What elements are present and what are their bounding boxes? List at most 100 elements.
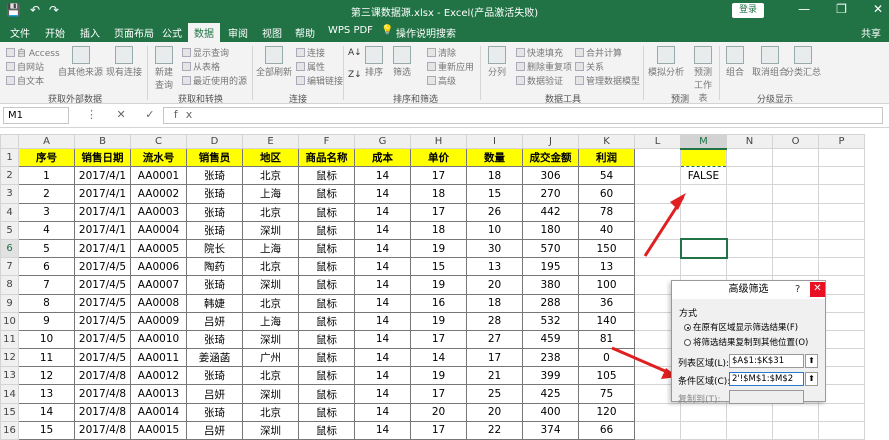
copy-to-input[interactable] — [729, 390, 804, 404]
table-cell[interactable]: 2017/4/5 — [74, 257, 131, 277]
cell[interactable] — [772, 147, 819, 168]
minimize-icon[interactable]: — — [798, 2, 810, 16]
table-cell[interactable]: 20 — [466, 275, 523, 295]
table-cell[interactable]: 鼠标 — [298, 348, 355, 368]
table-cell[interactable]: 195 — [522, 257, 579, 277]
table-cell[interactable]: 10 — [466, 220, 523, 240]
table-cell[interactable]: 鼠标 — [298, 257, 355, 277]
column-header[interactable]: H — [410, 134, 467, 149]
refresh-all-button[interactable]: 全部刷新 — [256, 46, 292, 78]
list-range-input[interactable]: $A$1:$K$31 — [729, 354, 804, 368]
table-cell[interactable]: AA0013 — [130, 384, 187, 404]
table-cell[interactable]: 25 — [466, 384, 523, 404]
cell[interactable] — [726, 166, 773, 186]
table-cell[interactable]: 2017/4/1 — [74, 220, 131, 240]
table-cell[interactable]: 14 — [354, 420, 411, 440]
login-button[interactable]: 登录 — [732, 3, 764, 18]
table-cell[interactable]: 374 — [522, 420, 579, 440]
manage-data-model-button[interactable]: 管理数据模型 — [575, 74, 640, 87]
table-cell[interactable]: 120 — [578, 402, 635, 422]
header-cell[interactable]: 销售日期 — [74, 147, 131, 168]
cell[interactable] — [634, 238, 681, 259]
table-cell[interactable]: 张琦 — [186, 366, 243, 386]
ungroup-button[interactable]: 取消组合 — [752, 46, 788, 78]
row-header[interactable]: 2 — [0, 166, 19, 186]
table-cell[interactable]: 张琦 — [186, 220, 243, 240]
connections-button[interactable]: 连接 — [296, 46, 325, 59]
from-text-button[interactable]: 自文本 — [6, 74, 44, 87]
tab-formulas[interactable]: 公式 — [162, 25, 182, 40]
edit-links-button[interactable]: 编辑链接 — [296, 74, 343, 87]
table-cell[interactable]: 36 — [578, 293, 635, 313]
table-cell[interactable]: 吕妍 — [186, 311, 243, 331]
table-cell[interactable]: AA0008 — [130, 293, 187, 313]
table-cell[interactable]: 8 — [18, 293, 75, 313]
row-header[interactable]: 12 — [0, 348, 19, 368]
table-cell[interactable]: 105 — [578, 366, 635, 386]
table-cell[interactable]: 60 — [578, 184, 635, 204]
table-cell[interactable]: AA0001 — [130, 166, 187, 186]
table-cell[interactable]: AA0012 — [130, 366, 187, 386]
table-cell[interactable]: 180 — [522, 220, 579, 240]
tab-insert[interactable]: 插入 — [80, 25, 100, 40]
table-cell[interactable]: 380 — [522, 275, 579, 295]
new-query-button[interactable]: 新建查询 — [153, 46, 175, 91]
table-cell[interactable]: 张琦 — [186, 166, 243, 186]
cell[interactable] — [634, 402, 681, 422]
table-cell[interactable]: 66 — [578, 420, 635, 440]
header-cell[interactable]: 序号 — [18, 147, 75, 168]
table-cell[interactable]: 2017/4/8 — [74, 420, 131, 440]
table-cell[interactable]: 深圳 — [242, 275, 299, 295]
table-cell[interactable]: 鼠标 — [298, 402, 355, 422]
criteria-range-input[interactable]: 2'!$M$1:$M$2 — [729, 372, 804, 386]
cell[interactable] — [772, 257, 819, 277]
row-header[interactable]: 4 — [0, 202, 19, 222]
properties-button[interactable]: 属性 — [296, 60, 325, 73]
table-cell[interactable]: 北京 — [242, 202, 299, 222]
column-header[interactable]: D — [186, 134, 243, 149]
table-cell[interactable]: 17 — [466, 348, 523, 368]
cell[interactable] — [772, 402, 819, 422]
table-cell[interactable]: 2017/4/5 — [74, 293, 131, 313]
table-cell[interactable]: 鼠标 — [298, 166, 355, 186]
table-cell[interactable]: 15 — [18, 420, 75, 440]
table-cell[interactable]: 北京 — [242, 402, 299, 422]
close-icon[interactable]: ✕ — [810, 282, 825, 297]
table-cell[interactable]: 18 — [466, 166, 523, 186]
header-cell[interactable]: 流水号 — [130, 147, 187, 168]
table-cell[interactable]: 14 — [354, 402, 411, 422]
table-cell[interactable]: AA0009 — [130, 311, 187, 331]
row-header[interactable]: 3 — [0, 184, 19, 204]
table-cell[interactable]: 张琦 — [186, 202, 243, 222]
table-cell[interactable]: 鼠标 — [298, 366, 355, 386]
table-cell[interactable]: 韩婕 — [186, 293, 243, 313]
table-cell[interactable]: 20 — [466, 402, 523, 422]
table-cell[interactable]: AA0006 — [130, 257, 187, 277]
table-cell[interactable]: 1 — [18, 166, 75, 186]
table-cell[interactable]: 4 — [18, 220, 75, 240]
from-table-button[interactable]: 从表格 — [182, 60, 220, 73]
row-header[interactable]: 9 — [0, 293, 19, 313]
cell[interactable] — [772, 420, 819, 440]
table-cell[interactable]: 张琦 — [186, 275, 243, 295]
table-cell[interactable]: 15 — [466, 184, 523, 204]
table-cell[interactable]: 0 — [578, 348, 635, 368]
subtotal-button[interactable]: 分类汇总 — [785, 46, 821, 78]
help-icon[interactable]: ? — [795, 284, 800, 295]
table-cell[interactable]: 2017/4/1 — [74, 238, 131, 259]
cell[interactable] — [634, 147, 681, 168]
table-cell[interactable]: 78 — [578, 202, 635, 222]
table-cell[interactable]: 张琦 — [186, 329, 243, 350]
criteria-header-cell[interactable] — [680, 147, 727, 168]
row-header[interactable]: 13 — [0, 366, 19, 386]
table-cell[interactable]: 3 — [18, 202, 75, 222]
table-cell[interactable]: 2017/4/8 — [74, 402, 131, 422]
header-cell[interactable]: 商品名称 — [298, 147, 355, 168]
table-cell[interactable]: 鼠标 — [298, 293, 355, 313]
table-cell[interactable]: 54 — [578, 166, 635, 186]
table-cell[interactable]: 鼠标 — [298, 238, 355, 259]
table-cell[interactable]: 2017/4/5 — [74, 311, 131, 331]
recent-sources-button[interactable]: 最近使用的源 — [182, 74, 247, 87]
table-cell[interactable]: 13 — [578, 257, 635, 277]
table-cell[interactable]: 14 — [354, 184, 411, 204]
